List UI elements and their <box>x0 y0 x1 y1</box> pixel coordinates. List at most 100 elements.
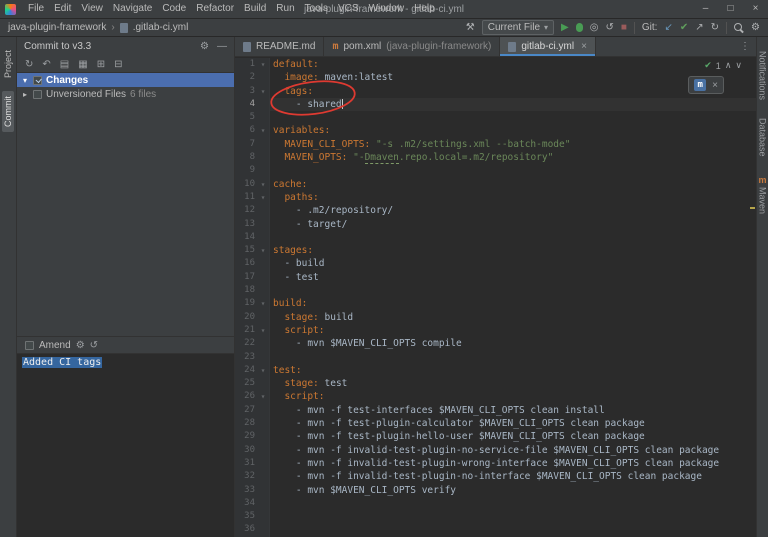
expand-all-icon[interactable]: ⊞ <box>97 59 105 70</box>
chevron-down-icon[interactable]: ▾ <box>21 76 29 85</box>
fold-icon[interactable]: ▾ <box>257 390 270 404</box>
next-problem-icon[interactable]: ∨ <box>735 60 742 71</box>
code-line-36[interactable]: 36 <box>235 523 756 537</box>
code-line-33[interactable]: 33 - mvn $MAVEN_CLI_OPTS verify <box>235 483 756 497</box>
error-stripe-mark[interactable] <box>750 207 755 209</box>
code-line-11[interactable]: 11 ▾ paths: <box>235 190 756 205</box>
git-push-icon[interactable]: ↗ <box>695 22 703 33</box>
breadcrumb-project[interactable]: java-plugin-framework <box>8 22 106 33</box>
tab-gitlab-ci[interactable]: gitlab-ci.yml × <box>500 37 596 56</box>
code-line-24[interactable]: 24 ▾ test: <box>235 363 756 378</box>
fold-icon[interactable]: ▾ <box>257 190 270 205</box>
menu-tools[interactable]: Tools <box>300 0 333 18</box>
stop-button[interactable]: ■ <box>621 22 627 33</box>
unversioned-files-node[interactable]: ▸ Unversioned Files 6 files <box>17 87 234 101</box>
code-line-5[interactable]: 5 <box>235 111 756 125</box>
code-line-28[interactable]: 28 - mvn -f test-plugin-calculator $MAVE… <box>235 417 756 431</box>
fold-icon[interactable]: ▾ <box>257 84 270 98</box>
fold-icon[interactable]: ▾ <box>257 297 270 311</box>
breadcrumb-file[interactable]: .gitlab-ci.yml <box>133 22 189 33</box>
commit-message-input[interactable]: Added CI tags <box>17 353 234 537</box>
code-line-12[interactable]: 12 - .m2/repository/ <box>235 204 756 218</box>
code-line-8[interactable]: 8 MAVEN_OPTS: "-Dmaven.repo.local=.m2/re… <box>235 151 756 165</box>
settings-gear-icon[interactable]: ⚙ <box>751 22 760 33</box>
menu-file[interactable]: File <box>23 0 49 18</box>
code-line-27[interactable]: 27 - mvn -f test-interfaces $MAVEN_CLI_O… <box>235 403 756 418</box>
code-line-30[interactable]: 30 - mvn -f invalid-test-plugin-no-servi… <box>235 443 756 457</box>
code-line-21[interactable]: 21 ▾ script: <box>235 323 756 338</box>
code-line-22[interactable]: 22 - mvn $MAVEN_CLI_OPTS compile <box>235 337 756 351</box>
menu-help[interactable]: Help <box>409 0 440 18</box>
code-line-9[interactable]: 9 <box>235 164 756 178</box>
code-line-34[interactable]: 34 <box>235 496 756 511</box>
tab-readme[interactable]: README.md <box>235 37 325 56</box>
menu-view[interactable]: View <box>76 0 108 18</box>
editor[interactable]: 1 ▾ default: 2 image: maven:latest 3 ▾ tags: 4… <box>235 57 756 537</box>
code-line-18[interactable]: 18 <box>235 284 756 298</box>
rollback-icon[interactable]: ↶ <box>42 59 50 70</box>
amend-checkbox[interactable] <box>25 340 34 350</box>
menu-navigate[interactable]: Navigate <box>108 0 157 18</box>
hide-panel-icon[interactable]: — <box>217 41 227 52</box>
code-line-13[interactable]: 13 - target/ <box>235 217 756 231</box>
menu-refactor[interactable]: Refactor <box>191 0 239 18</box>
code-line-4[interactable]: 4 - shared <box>235 97 756 112</box>
code-line-14[interactable]: 14 <box>235 230 756 245</box>
commit-options-gear-icon[interactable]: ⚙ <box>76 340 85 351</box>
code-line-31[interactable]: 31 - mvn -f invalid-test-plugin-wrong-in… <box>235 456 756 471</box>
code-line-1[interactable]: 1 ▾ default: <box>235 58 756 72</box>
code-line-3[interactable]: 3 ▾ tags: <box>235 84 756 98</box>
coverage-button[interactable]: ◎ <box>590 22 599 33</box>
changes-checkbox[interactable] <box>33 75 42 85</box>
tool-stripe-commit[interactable]: Commit <box>2 91 14 133</box>
search-icon[interactable] <box>734 22 744 33</box>
unversioned-checkbox[interactable] <box>33 89 42 99</box>
git-update-icon[interactable]: ↙ <box>664 22 672 33</box>
tab-options-icon[interactable]: ⋮ <box>734 37 756 56</box>
menu-run[interactable]: Run <box>271 0 299 18</box>
code-line-29[interactable]: 29 - mvn -f test-plugin-hello-user $MAVE… <box>235 430 756 444</box>
profiler-button[interactable]: ↺ <box>605 22 613 33</box>
tool-stripe-project[interactable]: Project <box>2 45 14 83</box>
code-line-26[interactable]: 26 ▾ script: <box>235 390 756 404</box>
close-tab-icon[interactable]: × <box>581 41 587 52</box>
close-icon[interactable]: × <box>743 0 768 18</box>
build-hammer-icon[interactable]: ⚒ <box>466 22 475 33</box>
fold-icon[interactable]: ▾ <box>257 58 270 72</box>
code-line-10[interactable]: 10 ▾ cache: <box>235 177 756 191</box>
tool-stripe-database[interactable]: Database <box>758 118 768 157</box>
code-line-19[interactable]: 19 ▾ build: <box>235 297 756 311</box>
code-line-6[interactable]: 6 ▾ variables: <box>235 124 756 138</box>
minimize-icon[interactable]: – <box>693 0 718 18</box>
code-line-23[interactable]: 23 <box>235 350 756 364</box>
tab-pom[interactable]: m pom.xml (java-plugin-framework) <box>324 37 501 56</box>
fold-icon[interactable]: ▾ <box>257 124 270 138</box>
menu-window[interactable]: Window <box>364 0 410 18</box>
menu-build[interactable]: Build <box>239 0 271 18</box>
chevron-right-icon[interactable]: ▸ <box>21 90 29 99</box>
changes-node[interactable]: ▾ Changes <box>17 73 234 87</box>
group-by-icon[interactable]: ▦ <box>78 59 87 70</box>
code-line-25[interactable]: 25 stage: test <box>235 377 756 391</box>
menu-edit[interactable]: Edit <box>49 0 76 18</box>
git-refresh-icon[interactable]: ↻ <box>711 22 719 33</box>
code-line-35[interactable]: 35 <box>235 510 756 524</box>
code-line-2[interactable]: 2 image: maven:latest <box>235 71 756 85</box>
collapse-all-icon[interactable]: ⊟ <box>114 59 122 70</box>
run-button[interactable]: ▶ <box>561 22 569 33</box>
menu-vcs[interactable]: VCS <box>333 0 364 18</box>
close-icon[interactable]: × <box>712 80 718 91</box>
maven-reload-icon[interactable]: m <box>694 79 707 91</box>
git-commit-icon[interactable]: ✔ <box>680 22 688 33</box>
menu-code[interactable]: Code <box>157 0 191 18</box>
code-line-20[interactable]: 20 stage: build <box>235 310 756 324</box>
run-config-select[interactable]: Current File ▾ <box>481 20 555 35</box>
debug-button[interactable] <box>575 23 583 32</box>
prev-problem-icon[interactable]: ∧ <box>725 60 732 71</box>
code-line-32[interactable]: 32 - mvn -f invalid-test-plugin-no-inter… <box>235 470 756 484</box>
fold-icon[interactable]: ▾ <box>257 363 270 378</box>
fold-icon[interactable]: ▾ <box>257 323 270 338</box>
commit-history-icon[interactable]: ↺ <box>90 340 98 351</box>
inspections-widget[interactable]: ✔ 1 ∧ ∨ <box>700 59 746 72</box>
gear-icon[interactable]: ⚙ <box>200 41 209 52</box>
